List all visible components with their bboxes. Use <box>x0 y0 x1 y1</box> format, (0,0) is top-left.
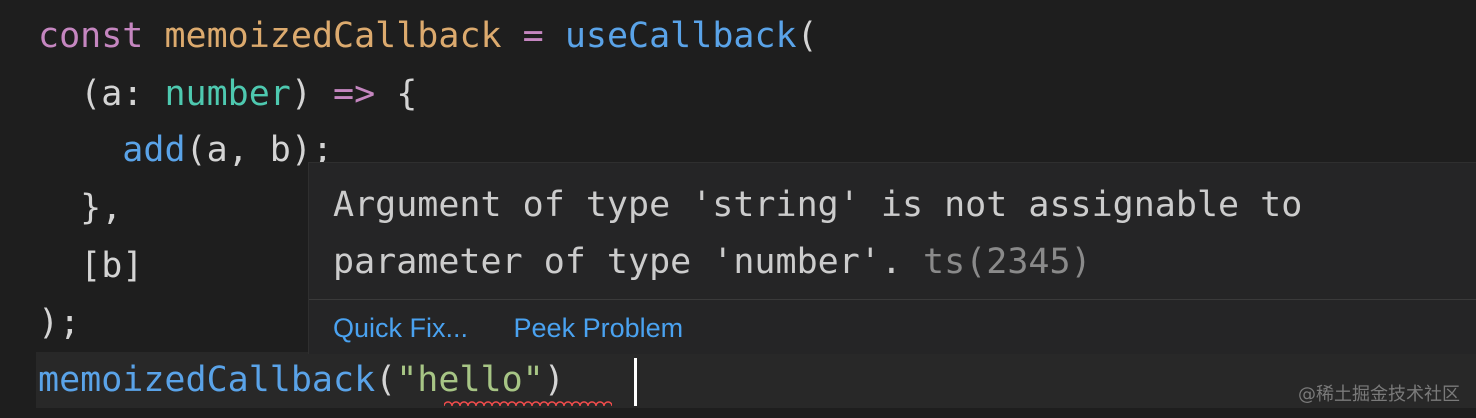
function-add: add <box>122 130 186 170</box>
peek-problem-link[interactable]: Peek Problem <box>514 313 684 343</box>
code-editor[interactable]: const memoizedCallback = useCallback( (a… <box>0 0 1476 418</box>
code-line-6: ); <box>38 295 80 352</box>
open-brace: { <box>375 74 418 114</box>
hover-message-line-1: Argument of type 'string' is not assigna… <box>333 185 1303 225</box>
hover-message-line-2: parameter of type 'number'. <box>333 242 902 282</box>
hover-actions: Quick Fix... Peek Problem <box>333 303 721 353</box>
function-use-callback: useCallback <box>564 16 797 56</box>
code-line-1: const memoizedCallback = useCallback( <box>38 8 818 65</box>
variable-memoized-callback: memoizedCallback <box>164 16 502 56</box>
code-line-3: add(a, b); <box>38 122 333 179</box>
code-line-4: }, <box>38 180 122 237</box>
hover-message: Argument of type 'string' is not assigna… <box>333 177 1463 291</box>
string-hello[interactable]: "hello" <box>396 360 544 400</box>
param-open: (a: <box>80 74 165 114</box>
type-number: number <box>164 74 291 114</box>
close-brace: }, <box>80 188 123 228</box>
error-squiggle[interactable] <box>444 398 612 406</box>
arrow-operator: => <box>333 74 376 114</box>
close-paren-semicolon: ); <box>38 303 81 343</box>
keyword-const: const <box>38 16 144 56</box>
param-close: ) <box>290 74 334 114</box>
error-hover-widget: Argument of type 'string' is not assigna… <box>308 162 1476 354</box>
function-call-memoized-callback: memoizedCallback <box>38 360 376 400</box>
watermark: @稀土掘金技术社区 <box>1298 384 1460 405</box>
error-code: ts(2345) <box>923 242 1092 282</box>
operator-equals: = <box>522 16 544 56</box>
call-open-paren: ( <box>375 360 397 400</box>
hover-divider <box>309 299 1476 300</box>
text-cursor <box>634 358 637 406</box>
open-paren: ( <box>796 16 818 56</box>
dependency-array: [b] <box>80 246 144 286</box>
code-line-2: (a: number) => { <box>38 66 417 123</box>
code-line-5: [b] <box>38 238 143 295</box>
quick-fix-link[interactable]: Quick Fix... <box>333 313 468 343</box>
call-close-paren: ) <box>543 360 565 400</box>
